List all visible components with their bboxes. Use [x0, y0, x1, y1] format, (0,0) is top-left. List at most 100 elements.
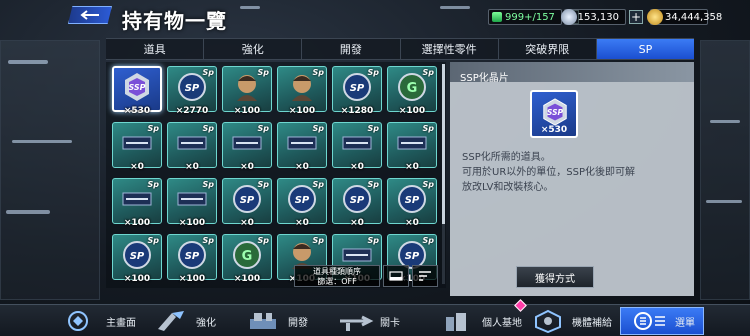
sp-badge-icon: Sp — [367, 236, 380, 245]
item-qty: ×2770 — [175, 106, 209, 116]
sort-direction-button[interactable] — [412, 265, 438, 287]
item-qty: ×0 — [130, 162, 144, 172]
back-button[interactable] — [68, 6, 112, 24]
item-qty: ×100 — [123, 218, 151, 228]
item-qty: ×0 — [295, 218, 309, 228]
sort-lines-icon — [419, 271, 431, 281]
ssp-crystal-icon: SSP — [125, 73, 149, 101]
item-qty: ×100 — [233, 274, 261, 284]
item-cell[interactable]: G Sp ×100 — [387, 66, 437, 116]
item-cell[interactable]: Sp ×0 — [277, 122, 327, 172]
item-grid-scrollbar[interactable] — [442, 64, 445, 284]
nav-home[interactable]: 主畫面 — [64, 307, 136, 335]
desc-line-2: 可用於UR以外的單位，SSP化後即可解 — [462, 167, 635, 178]
nav-enhance[interactable]: 強化 — [154, 307, 216, 335]
svg-text:SP: SP — [295, 195, 310, 206]
item-cell[interactable]: SP Sp ×0 — [387, 178, 437, 228]
detail-item-image: SSP ×530 — [530, 90, 578, 138]
sp-badge-icon: Sp — [257, 68, 270, 77]
menu-icon — [634, 312, 665, 330]
item-cell[interactable]: Sp ×0 — [387, 122, 437, 172]
item-cell[interactable]: SP Sp ×1280 — [332, 66, 382, 116]
nav-enhance-label: 強化 — [196, 317, 216, 329]
desc-line-3: 放改LV和改裝核心。 — [462, 182, 554, 193]
item-cell[interactable]: Sp ×100 — [277, 66, 327, 116]
scrollbar-thumb[interactable] — [442, 64, 445, 224]
base-icon — [446, 313, 466, 331]
tab-enhance[interactable]: 強化 — [204, 39, 303, 59]
item-grid: SSP ×530 SP Sp ×2770 Sp ×100 Sp ×100 SP Sp ×1280 G Sp… — [112, 66, 439, 284]
item-cell[interactable]: Sp ×100 — [112, 178, 162, 228]
obtain-method-button[interactable]: 獲得方式 — [516, 266, 594, 288]
tab-limit-break[interactable]: 突破界限 — [499, 39, 597, 59]
detail-title: SSP化晶片 — [460, 73, 509, 84]
coin-icon — [647, 9, 663, 25]
tab-sp[interactable]: SP — [596, 39, 695, 59]
item-cell[interactable]: Sp ×0 — [222, 122, 272, 172]
item-qty: ×100 — [398, 106, 426, 116]
sp-badge-icon: Sp — [367, 180, 380, 189]
nav-menu[interactable]: 選單 — [620, 307, 704, 335]
item-cell[interactable]: SP Sp ×0 — [332, 178, 382, 228]
item-qty: ×100 — [233, 106, 261, 116]
sp-badge-icon: Sp — [422, 180, 435, 189]
item-cell[interactable]: Sp ×0 — [112, 122, 162, 172]
stage-icon — [340, 315, 374, 331]
detail-item-qty: ×530 — [540, 125, 568, 135]
nav-develop-label: 開發 — [288, 317, 308, 329]
supply-icon — [535, 309, 561, 333]
svg-text:G: G — [242, 249, 253, 264]
item-qty: ×100 — [288, 106, 316, 116]
nav-home-label: 主畫面 — [106, 317, 136, 329]
item-qty: ×1280 — [340, 106, 374, 116]
svg-text:SP: SP — [350, 83, 365, 94]
item-qty: ×0 — [405, 218, 419, 228]
nav-base[interactable]: 個人基地 — [440, 307, 522, 335]
sort-order-label: 道具種類順序 — [313, 267, 361, 276]
item-cell[interactable]: Sp ×0 — [332, 122, 382, 172]
item-cell[interactable]: G Sp ×100 — [222, 234, 272, 284]
nav-supply[interactable]: 機體補給 — [530, 307, 612, 335]
sp-badge-icon: Sp — [312, 180, 325, 189]
sort-order-button[interactable]: 道具種類順序 篩選：OFF — [294, 265, 380, 287]
item-detail-panel: SSP化晶片 SSP ×530 SSP化所需的道具。 可用於UR以外的單位，SS… — [450, 62, 694, 296]
sp-badge-icon: Sp — [257, 180, 270, 189]
tab-optional-parts[interactable]: 選擇性零件 — [401, 39, 499, 59]
item-cell[interactable]: Sp ×100 — [222, 66, 272, 116]
item-cell[interactable]: SP Sp ×0 — [277, 178, 327, 228]
item-cell[interactable]: SP Sp ×0 — [222, 178, 272, 228]
sort-toggle-button[interactable] — [383, 265, 409, 287]
card-view-icon — [389, 271, 403, 281]
nav-stage[interactable]: 關卡 — [338, 307, 400, 335]
sp-badge-icon: Sp — [312, 124, 325, 133]
tab-develop[interactable]: 開發 — [302, 39, 401, 59]
energy-icon — [492, 12, 502, 22]
svg-text:SP: SP — [185, 83, 200, 94]
nav-develop[interactable]: 開發 — [246, 307, 308, 335]
item-cell[interactable]: SPSp ×100 — [167, 234, 217, 284]
item-cell[interactable]: Sp ×0 — [167, 122, 217, 172]
item-qty: ×0 — [350, 218, 364, 228]
sort-filter-bar: 道具種類順序 篩選：OFF — [294, 265, 440, 287]
ssp-crystal-icon: SSP — [543, 98, 567, 126]
item-cell[interactable]: SPSp ×100 — [112, 234, 162, 284]
svg-text:SP: SP — [185, 251, 200, 262]
sp-badge-icon: Sp — [202, 124, 215, 133]
item-qty: ×100 — [178, 274, 206, 284]
item-cell[interactable]: SP Sp ×2770 — [167, 66, 217, 116]
item-qty: ×0 — [240, 218, 254, 228]
enhance-icon — [158, 311, 184, 331]
svg-text:G: G — [407, 81, 418, 96]
gem-plus-button[interactable]: + — [629, 10, 643, 24]
item-cell[interactable]: SSP ×530 — [112, 66, 162, 116]
item-cell[interactable]: Sp ×100 — [167, 178, 217, 228]
nav-supply-label: 機體補給 — [572, 317, 612, 329]
tab-items[interactable]: 道具 — [106, 39, 205, 59]
energy-value: 999+/157 — [505, 11, 555, 23]
item-qty: ×0 — [350, 162, 364, 172]
sp-badge-icon: Sp — [422, 68, 435, 77]
sp-badge-icon: Sp — [367, 68, 380, 77]
svg-text:SP: SP — [130, 251, 145, 262]
sp-badge-icon: Sp — [422, 124, 435, 133]
nav-stage-label: 關卡 — [380, 317, 400, 329]
